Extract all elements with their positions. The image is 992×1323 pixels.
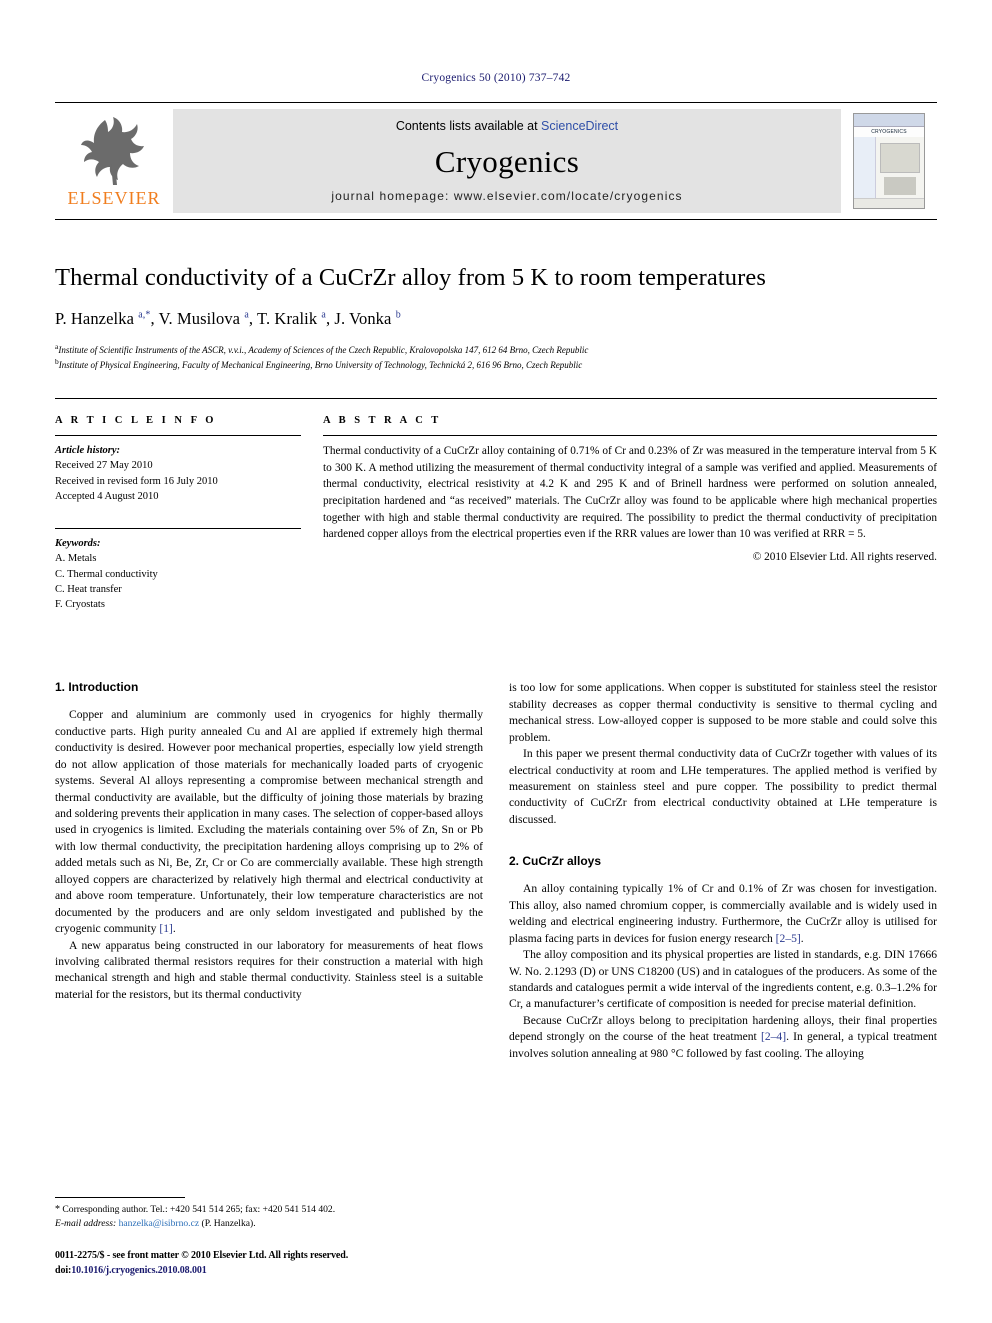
title-block: Thermal conductivity of a CuCrZr alloy f… — [55, 220, 937, 372]
article-info-rule — [55, 435, 301, 437]
affiliation-a: aInstitute of Scientific Instruments of … — [55, 342, 589, 356]
citation-ref-2-5[interactable]: [2–5] — [776, 932, 801, 945]
abstract-column: A B S T R A C T Thermal conductivity of … — [323, 415, 937, 636]
elsevier-logo: ELSEVIER — [55, 103, 173, 219]
article-info-column: A R T I C L E I N F O Article history: R… — [55, 415, 323, 636]
abstract-copyright: © 2010 Elsevier Ltd. All rights reserved… — [752, 550, 937, 563]
body-column-right: is too low for some applications. When c… — [509, 680, 937, 1062]
footnote-marker: * — [55, 1203, 60, 1215]
cover-header-band — [854, 114, 924, 127]
history-revised: Received in revised form 16 July 2010 — [55, 475, 218, 487]
affiliation-b-text: Institute of Physical Engineering, Facul… — [58, 360, 583, 371]
sciencedirect-link[interactable]: ScienceDirect — [541, 119, 618, 133]
citation-ref-1[interactable]: [1] — [159, 922, 173, 935]
intro-paragraph-2-continued: is too low for some applications. When c… — [509, 681, 937, 744]
email-label: E-mail address: — [55, 1218, 117, 1230]
doi-line: doi:10.1016/j.cryogenics.2010.08.001 — [55, 1263, 348, 1278]
cover-body — [854, 137, 924, 198]
keyword-item: A. Metals — [55, 553, 97, 565]
alloys-paragraph-1: An alloy containing typically 1% of Cr a… — [509, 881, 937, 947]
section-heading-cucrzr-alloys: 2. CuCrZr alloys — [509, 854, 602, 869]
keyword-item: F. Cryostats — [55, 599, 105, 611]
intro-paragraph-1: Copper and aluminium are commonly used i… — [55, 707, 483, 937]
alloys-paragraph-2: The alloy composition and its physical p… — [509, 948, 937, 1011]
corresponding-author-text: Corresponding author. Tel.: +420 541 514… — [62, 1203, 336, 1215]
info-abstract-row: A R T I C L E I N F O Article history: R… — [55, 398, 937, 636]
intro-paragraph-3: In this paper we present thermal conduct… — [509, 747, 937, 826]
alloys-paragraph-3: Because CuCrZr alloys belong to precipit… — [509, 1013, 937, 1062]
email-link[interactable]: hanzelka@isibrno.cz — [119, 1218, 200, 1229]
affiliation-b: bInstitute of Physical Engineering, Facu… — [55, 357, 583, 371]
journal-banner: ELSEVIER Contents lists available at Sci… — [55, 102, 937, 220]
article-history-group: Article history: Received 27 May 2010 Re… — [55, 443, 301, 504]
body-column-left: 1. Introduction Copper and aluminium are… — [55, 680, 483, 1062]
cover-journal-name: CRYOGENICS — [871, 129, 907, 135]
journal-title: Cryogenics — [434, 143, 580, 179]
contents-prefix: Contents lists available at — [395, 119, 542, 133]
alloys-p1-tail: . — [800, 931, 804, 945]
keywords-label: Keywords: — [55, 538, 101, 550]
running-head: Cryogenics 50 (2010) 737–742 — [421, 72, 571, 84]
abstract-text: Thermal conductivity of a CuCrZr alloy c… — [323, 445, 937, 541]
history-accepted: Accepted 4 August 2010 — [55, 490, 159, 502]
page-title: Thermal conductivity of a CuCrZr alloy f… — [55, 264, 766, 291]
abstract-rule — [323, 435, 937, 437]
keywords-group: Keywords: A. Metals C. Thermal conductiv… — [55, 536, 301, 612]
cover-footer-band — [854, 198, 924, 208]
cover-left-panel — [854, 137, 877, 198]
paper-page: Cryogenics 50 (2010) 737–742 ELSEVIER Co… — [0, 0, 992, 1323]
contents-list-line: Contents lists available at ScienceDirec… — [396, 119, 618, 133]
keyword-item: C. Heat transfer — [55, 583, 122, 595]
footnote-divider — [55, 1196, 185, 1198]
abstract-heading: A B S T R A C T — [323, 415, 442, 427]
intro-p1-text: Copper and aluminium are commonly used i… — [55, 708, 483, 936]
journal-homepage-link[interactable]: journal homepage: www.elsevier.com/locat… — [331, 189, 682, 203]
journal-cover-thumbnail: CRYOGENICS — [841, 103, 937, 219]
author-list: P. Hanzelka a,*, V. Musilova a, T. Krali… — [55, 309, 401, 329]
keywords-rule — [55, 528, 301, 530]
intro-paragraph-2: A new apparatus being constructed in our… — [55, 938, 483, 1001]
article-info-heading: A R T I C L E I N F O — [55, 415, 217, 427]
email-owner: (P. Hanzelka). — [201, 1218, 256, 1230]
keyword-item: C. Thermal conductivity — [55, 568, 158, 580]
corresponding-author-note: * Corresponding author. Tel.: +420 541 5… — [55, 1203, 483, 1231]
imprint-block: 0011-2275/$ - see front matter © 2010 El… — [55, 1248, 348, 1278]
article-history-label: Article history: — [55, 445, 121, 457]
intro-p1-tail: . — [172, 922, 176, 936]
citation-ref-2-4[interactable]: [2–4] — [761, 1030, 786, 1043]
section-heading-introduction: 1. Introduction — [55, 680, 139, 695]
elsevier-wordmark: ELSEVIER — [67, 187, 161, 208]
cover-right-panel — [876, 137, 924, 198]
body-columns: 1. Introduction Copper and aluminium are… — [55, 680, 937, 1062]
alloys-p1-text: An alloy containing typically 1% of Cr a… — [509, 882, 937, 945]
cover-image: CRYOGENICS — [853, 113, 925, 209]
doi-label: doi: — [55, 1265, 72, 1276]
affiliation-list: aInstitute of Scientific Instruments of … — [55, 342, 937, 372]
issn-copyright-line: 0011-2275/$ - see front matter © 2010 El… — [55, 1250, 349, 1261]
elsevier-tree-icon — [81, 116, 144, 185]
banner-center: Contents lists available at ScienceDirec… — [173, 109, 841, 213]
history-received: Received 27 May 2010 — [55, 460, 153, 472]
footnote-block: * Corresponding author. Tel.: +420 541 5… — [55, 1196, 483, 1231]
affiliation-a-text: Institute of Scientific Instruments of t… — [58, 345, 589, 356]
doi-link[interactable]: 10.1016/j.cryogenics.2010.08.001 — [71, 1265, 207, 1276]
